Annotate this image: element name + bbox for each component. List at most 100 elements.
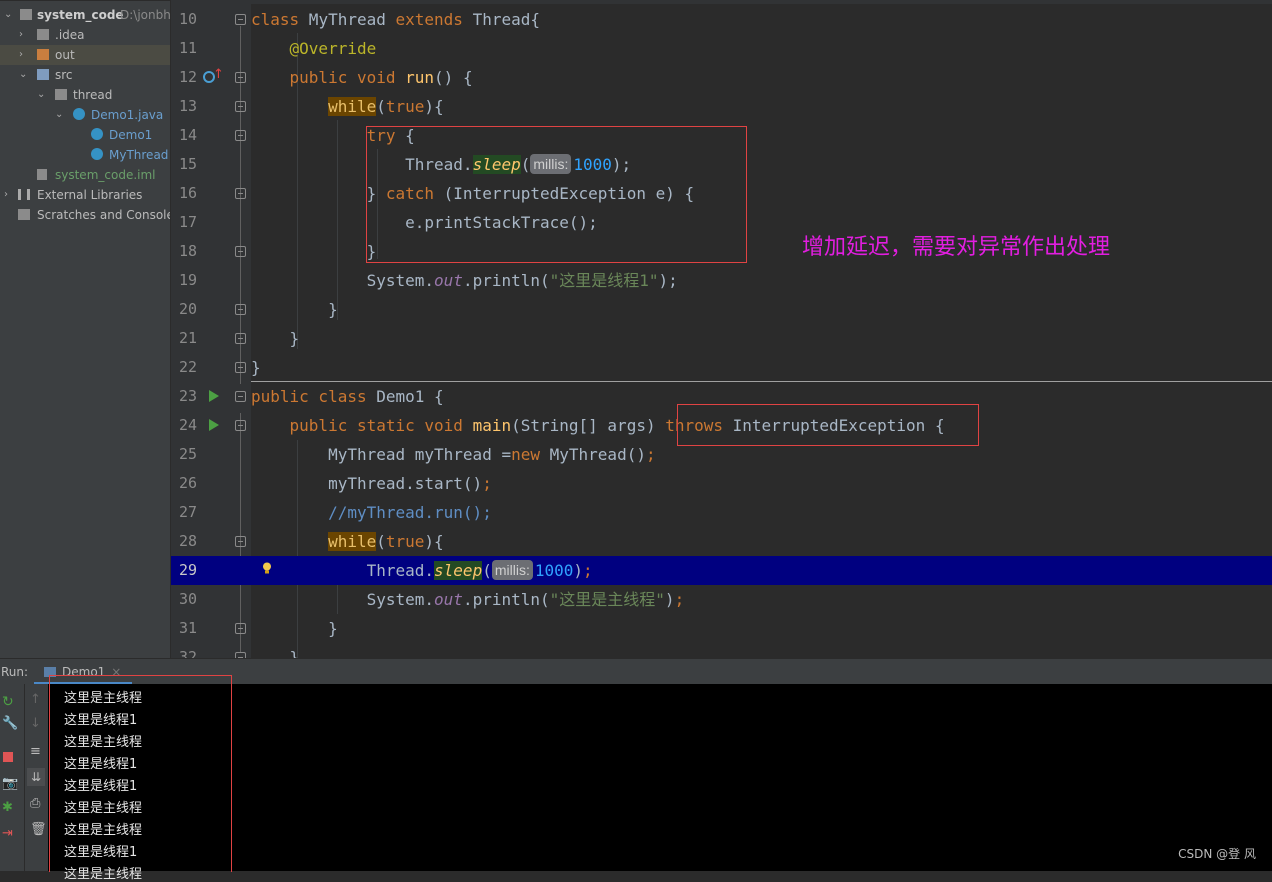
throws-highlight-box xyxy=(677,404,979,446)
run-gutter-icon[interactable] xyxy=(209,390,219,402)
code-text: } xyxy=(251,358,261,377)
wrench-icon[interactable]: 🔧 xyxy=(2,716,18,731)
tree-item-mythread[interactable]: MyThread xyxy=(0,145,170,165)
tree-item-label: Demo1.java xyxy=(91,108,164,122)
tree-item-idea[interactable]: › .idea xyxy=(0,25,170,45)
line-number: 23 xyxy=(178,387,197,405)
tree-item-label: system_code.iml xyxy=(55,168,156,182)
code-text: //myThread.run(); xyxy=(251,503,492,522)
code-text: System.out.println("这里是线程1"); xyxy=(251,271,678,290)
code-line[interactable]: 27 //myThread.run(); xyxy=(171,498,1272,527)
fold-toggle[interactable] xyxy=(235,391,246,402)
up-arrow-icon[interactable]: ↑ xyxy=(30,692,44,707)
fold-toggle[interactable] xyxy=(235,14,246,25)
fold-toggle[interactable] xyxy=(235,304,246,315)
code-text: myThread.start(); xyxy=(251,474,492,493)
code-line-current[interactable]: 29 Thread.sleep(millis: 1000); xyxy=(171,556,1272,585)
tree-item-out[interactable]: › out xyxy=(0,45,170,65)
fold-toggle[interactable] xyxy=(235,536,246,547)
code-line[interactable]: 20 } xyxy=(171,295,1272,324)
watermark: CSDN @登 风 xyxy=(1178,847,1256,861)
tree-item-label: out xyxy=(55,48,75,62)
code-line[interactable]: 22 } xyxy=(171,353,1272,382)
fold-toggle[interactable] xyxy=(235,362,246,373)
line-number: 30 xyxy=(178,590,197,608)
line-number: 17 xyxy=(178,213,197,231)
chevron-right-icon[interactable]: › xyxy=(19,45,29,65)
fold-toggle[interactable] xyxy=(235,246,246,257)
editor-top-border xyxy=(171,0,1272,4)
line-number: 19 xyxy=(178,271,197,289)
rerun-icon[interactable]: ↻ xyxy=(2,694,16,710)
tree-item-scratches[interactable]: Scratches and Consoles xyxy=(0,205,170,225)
chevron-down-icon[interactable]: ⌄ xyxy=(19,65,29,85)
tree-item-demo1-java[interactable]: ⌄ Demo1.java xyxy=(0,105,170,125)
exit-icon[interactable]: ⇥ xyxy=(2,826,16,841)
code-line[interactable]: 28 while(true){ xyxy=(171,527,1272,556)
code-text: @Override xyxy=(289,39,377,58)
folder-icon xyxy=(37,49,49,60)
stop-icon[interactable] xyxy=(3,752,13,762)
tree-item-iml[interactable]: system_code.iml xyxy=(0,165,170,185)
code-line[interactable]: 11 @Override xyxy=(171,34,1272,63)
fold-toggle[interactable] xyxy=(235,420,246,431)
line-number: 11 xyxy=(178,39,197,57)
line-number: 26 xyxy=(178,474,197,492)
run-gutter-icon[interactable] xyxy=(209,419,219,431)
tree-item-label: system_code xyxy=(37,8,124,22)
code-text: } xyxy=(251,242,377,261)
line-number: 15 xyxy=(178,155,197,173)
folder-icon xyxy=(37,69,49,80)
code-editor[interactable]: 10 class MyThread extends Thread{ 11 @Ov… xyxy=(171,0,1272,658)
tree-item-project-root[interactable]: ⌄ system_code D:\jonbh xyxy=(0,5,170,25)
code-line[interactable]: 21 } xyxy=(171,324,1272,353)
code-text: while(true){ xyxy=(328,532,444,551)
file-icon xyxy=(37,169,47,180)
bug-icon[interactable]: ✱ xyxy=(2,800,16,815)
wrap-icon[interactable]: ≡ xyxy=(30,744,44,759)
tree-item-demo1[interactable]: Demo1 xyxy=(0,125,170,145)
chevron-down-icon[interactable]: ⌄ xyxy=(4,5,14,25)
code-line[interactable]: 26 myThread.start(); xyxy=(171,469,1272,498)
try-catch-highlight-box xyxy=(366,126,747,263)
chevron-down-icon[interactable]: ⌄ xyxy=(55,105,65,125)
fold-toggle[interactable] xyxy=(235,188,246,199)
fold-toggle[interactable] xyxy=(235,333,246,344)
code-text: public void run() { xyxy=(289,68,473,87)
tree-item-src[interactable]: ⌄ src xyxy=(0,65,170,85)
camera-icon[interactable]: 📷 xyxy=(2,776,18,791)
chevron-right-icon[interactable]: › xyxy=(19,25,29,45)
tree-item-external-libraries[interactable]: › External Libraries xyxy=(0,185,170,205)
code-line[interactable]: 31 } xyxy=(171,614,1272,643)
code-line[interactable]: 32 } xyxy=(171,643,1272,658)
tree-item-thread[interactable]: ⌄ thread xyxy=(0,85,170,105)
param-hint: millis: xyxy=(491,560,533,580)
fold-toggle[interactable] xyxy=(235,623,246,634)
tree-item-label: External Libraries xyxy=(37,188,143,202)
line-number: 32 xyxy=(178,648,197,658)
down-arrow-icon[interactable]: ↓ xyxy=(30,716,44,731)
code-line[interactable]: 13 while(true){ xyxy=(171,92,1272,121)
trash-icon[interactable]: 🗑 xyxy=(30,822,47,837)
tree-item-label: Scratches and Consoles xyxy=(37,208,170,222)
run-title: Run: xyxy=(1,665,29,679)
line-number: 14 xyxy=(178,126,197,144)
chevron-right-icon[interactable]: › xyxy=(4,185,14,205)
code-line[interactable]: 12 ↑ public void run() { xyxy=(171,63,1272,92)
fold-toggle[interactable] xyxy=(235,72,246,83)
line-number: 24 xyxy=(178,416,197,434)
chevron-down-icon[interactable]: ⌄ xyxy=(37,85,47,105)
scratches-icon xyxy=(18,209,30,220)
print-icon[interactable]: ⎙ xyxy=(30,796,44,811)
code-line[interactable]: 19 System.out.println("这里是线程1"); xyxy=(171,266,1272,295)
scroll-end-icon[interactable]: ⇊ xyxy=(27,768,45,786)
line-number: 29 xyxy=(178,561,197,579)
code-line[interactable]: 30 System.out.println("这里是主线程"); xyxy=(171,585,1272,614)
code-text: class MyThread extends Thread{ xyxy=(251,10,540,29)
code-line[interactable]: 10 class MyThread extends Thread{ xyxy=(171,5,1272,34)
line-number: 10 xyxy=(178,10,197,28)
project-tree: ⌄ system_code D:\jonbh › .idea › out ⌄ s… xyxy=(0,0,170,659)
fold-toggle[interactable] xyxy=(235,101,246,112)
fold-toggle[interactable] xyxy=(235,130,246,141)
tree-item-label: MyThread xyxy=(109,148,169,162)
